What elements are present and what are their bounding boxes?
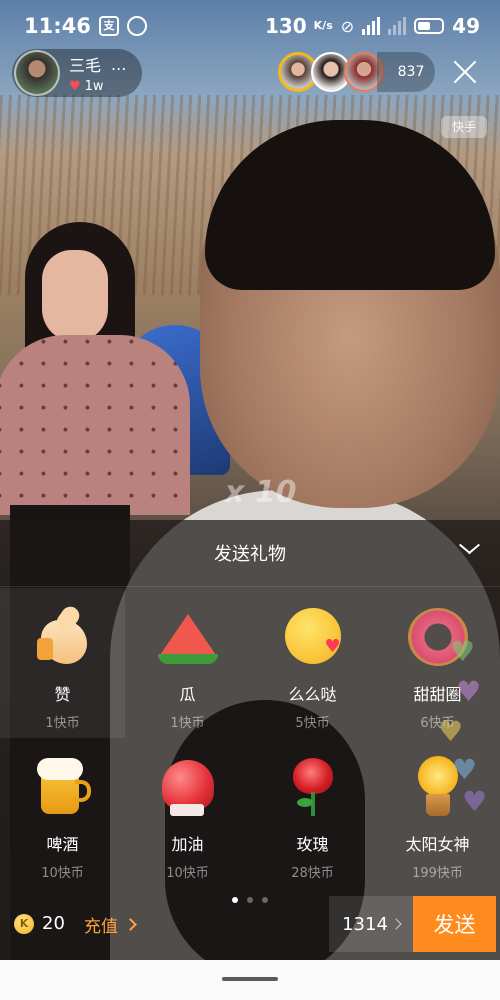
heart-icon: ♥ bbox=[69, 79, 81, 94]
gift-price: 10快币 bbox=[41, 866, 84, 881]
gift-panel-header: 发送礼物 bbox=[0, 520, 500, 587]
network-speed-value: 130 bbox=[264, 14, 307, 38]
anchor-more: ... bbox=[111, 54, 127, 74]
gift-item-melon[interactable]: 瓜 1快币 bbox=[125, 588, 250, 738]
recharge-label: 充值 bbox=[84, 917, 118, 937]
coin-balance: K 20 bbox=[14, 913, 65, 934]
viewer-count[interactable]: 837 bbox=[377, 52, 435, 92]
beer-icon bbox=[31, 754, 95, 818]
kiss-face-icon: ♥ bbox=[281, 604, 345, 668]
gift-item-rose[interactable]: 玫瑰 28快币 bbox=[250, 738, 375, 888]
anchor-info-pill[interactable]: 三毛 ... ♥ 1w bbox=[12, 49, 142, 97]
gift-name: 玫瑰 bbox=[296, 835, 329, 854]
status-time: 11:46 bbox=[24, 14, 91, 38]
home-indicator[interactable] bbox=[222, 977, 278, 981]
heart-icon: ♥ bbox=[452, 753, 478, 786]
gift-name: 瓜 bbox=[179, 685, 196, 704]
gift-combo-watermark: x 10 bbox=[225, 475, 297, 510]
network-speed: 130 K/s bbox=[265, 14, 333, 38]
system-navigation-bar bbox=[0, 960, 500, 1000]
battery-icon bbox=[414, 18, 445, 34]
network-speed-unit: K/s bbox=[313, 19, 333, 32]
gift-panel-title: 发送礼物 bbox=[214, 544, 286, 565]
gift-name: 赞 bbox=[54, 685, 71, 704]
gift-item-cheer[interactable]: 加油 10快币 bbox=[125, 738, 250, 888]
anchor-name: 三毛 bbox=[69, 56, 102, 75]
coin-balance-value: 20 bbox=[42, 913, 65, 934]
send-gift-button[interactable]: 发送 bbox=[413, 896, 496, 952]
app-watermark: 快手 bbox=[441, 116, 487, 138]
circle-app-icon bbox=[126, 16, 147, 36]
audience-list[interactable]: 837 bbox=[278, 52, 435, 92]
gift-price: 199快币 bbox=[412, 866, 463, 881]
floating-hearts: ♥ ♥ ♥ ♥ ♥ bbox=[434, 635, 494, 840]
mute-icon: ⊘ bbox=[340, 16, 355, 36]
heart-icon: ♥ bbox=[462, 785, 488, 818]
gift-name: 加油 bbox=[171, 835, 204, 854]
gift-quantity: 1314 bbox=[342, 913, 388, 935]
gift-item-like[interactable]: 赞 1快币 bbox=[0, 588, 125, 738]
watermelon-icon bbox=[156, 604, 220, 668]
anchor-likes-count: 1w bbox=[84, 79, 104, 94]
gift-price: 1快币 bbox=[45, 716, 80, 731]
signal-secondary-icon bbox=[388, 17, 407, 35]
gift-quantity-selector[interactable]: 1314 bbox=[329, 896, 413, 952]
gift-item-kiss[interactable]: ♥ 么么哒 5快币 bbox=[250, 588, 375, 738]
gift-item-beer[interactable]: 啤酒 10快币 bbox=[0, 738, 125, 888]
anchor-info: 三毛 ... ♥ 1w bbox=[69, 52, 127, 95]
gift-price: 5快币 bbox=[295, 716, 330, 731]
status-bar: 11:46 支 130 K/s ⊘ 49 bbox=[0, 0, 500, 52]
recharge-link[interactable]: 充值 bbox=[84, 912, 137, 937]
heart-icon: ♥ bbox=[450, 635, 476, 668]
anchor-avatar[interactable] bbox=[14, 50, 60, 96]
coin-icon: K bbox=[14, 913, 34, 934]
boxing-glove-icon bbox=[156, 754, 220, 818]
gift-name: 啤酒 bbox=[46, 835, 79, 854]
close-icon[interactable] bbox=[448, 55, 482, 89]
background-person-face bbox=[42, 250, 108, 342]
chevron-right-icon bbox=[390, 918, 402, 930]
gift-price: 28快币 bbox=[291, 866, 334, 881]
heart-icon: ♥ bbox=[438, 715, 464, 748]
alipay-icon: 支 bbox=[98, 16, 119, 36]
heart-icon: ♥ bbox=[456, 675, 482, 708]
background-person-body bbox=[0, 335, 190, 515]
battery-percent: 49 bbox=[452, 14, 480, 38]
gift-price: 1快币 bbox=[170, 716, 205, 731]
signal-icon bbox=[362, 17, 381, 35]
gift-name: 么么哒 bbox=[288, 685, 337, 704]
chevron-down-icon[interactable] bbox=[458, 542, 478, 556]
rose-icon bbox=[281, 754, 345, 818]
thumbs-up-icon bbox=[31, 603, 95, 668]
chevron-right-icon bbox=[124, 918, 137, 931]
gift-price: 10快币 bbox=[166, 866, 209, 881]
gift-panel: 发送礼物 赞 1快币 瓜 1快币 ♥ 么么哒 5快币 甜甜圈 6快币 啤酒 10… bbox=[0, 520, 500, 960]
gift-grid: 赞 1快币 瓜 1快币 ♥ 么么哒 5快币 甜甜圈 6快币 啤酒 10快币 加油… bbox=[0, 588, 500, 888]
